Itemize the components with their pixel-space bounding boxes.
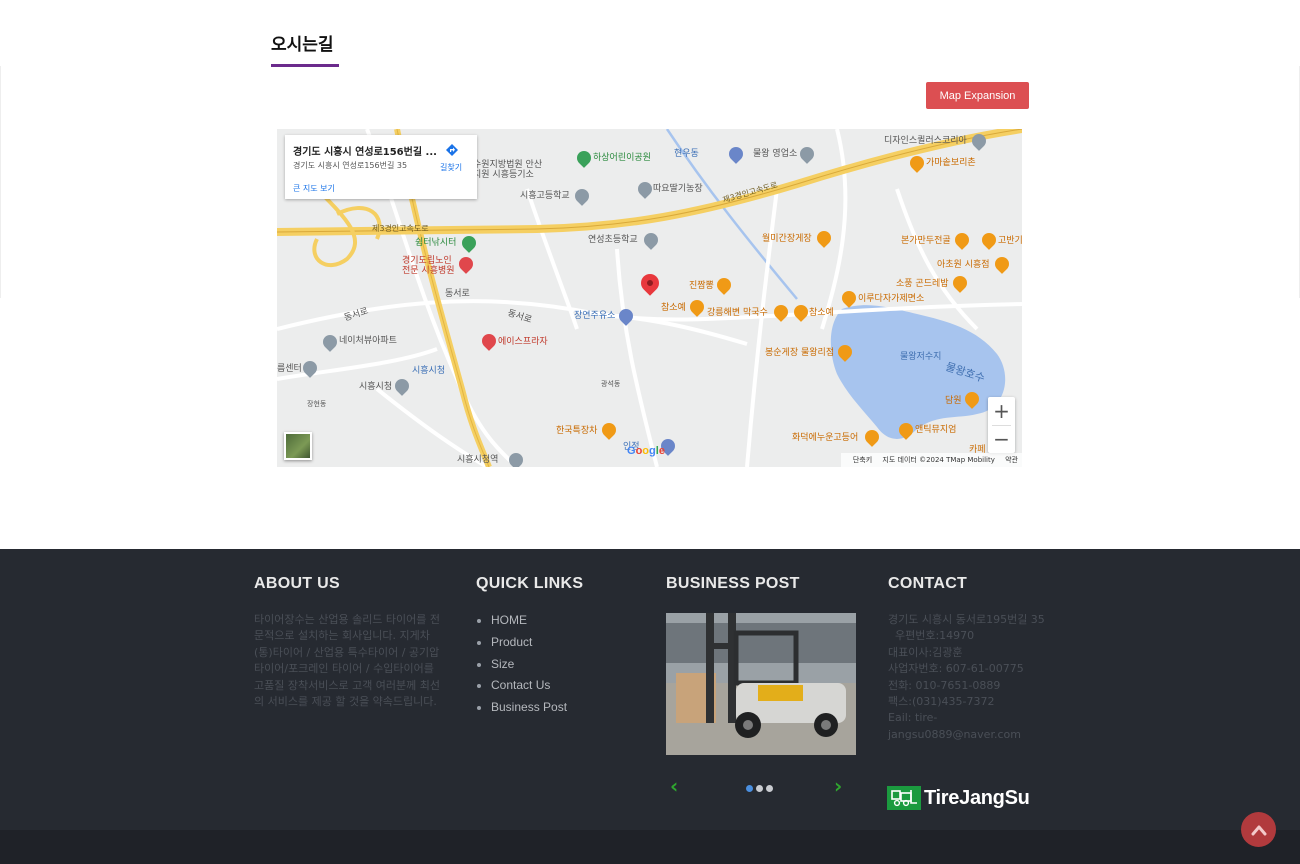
map-label: 강릉해변 막국수 [707,308,768,318]
map-label: 장현동 [307,400,327,408]
slider-dot[interactable] [756,785,763,792]
about-text: 타이어장수는 산업용 솔리드 타이어를 전문적으로 설치하는 회사입니다. 지게… [254,613,441,709]
terms-link[interactable]: 약관 [1005,456,1018,464]
map-label: 장연주유소 [574,311,616,321]
map-label: 봉순게장 물왕리점 [765,348,835,358]
map-label: 한국특장차 [556,426,598,436]
about-heading: ABOUT US [254,575,340,592]
forklift-icon [887,786,921,810]
contact-ceo: 대표이사:김광훈 [888,645,963,659]
map-label: 전문 시흥병원 [402,266,455,276]
map-attribution: 단축키 지도 데이터 ©2024 TMap Mobility 약관 [840,453,1022,467]
map-label: 제3경인고속도로 [372,224,429,233]
map-label: 가마솥보리촌 [926,158,976,168]
google-logo: Google [627,445,665,457]
zoom-out-button[interactable]: − [988,425,1015,453]
map-label: 물왕 영업소 [753,149,798,159]
footer-bottom-bar [0,830,1300,864]
map-label: 수원지방법원 안산 [473,160,543,170]
quick-link-business-post[interactable]: Business Post [476,699,567,721]
slider-dot[interactable] [746,785,753,792]
map-data-text: 지도 데이터 ©2024 TMap Mobility [882,456,995,464]
business-post-image[interactable] [666,613,856,755]
left-rule [0,66,1,298]
map-label: 참소예 [809,308,834,318]
contact-phone: 전화: 010-7651-0889 [888,678,1001,692]
title-underline [271,64,339,67]
slider-dots [746,785,773,792]
view-larger-map-link[interactable]: 큰 지도 보기 [293,183,335,194]
map-info-window: 경기도 시흥시 연성로156번길 ... 경기도 시흥시 연성로156번길 35… [285,135,477,199]
zoom-divider [992,425,1011,426]
map-label: 경기도립노인 [402,256,452,266]
map-label: 소풍 곤드레밥 [896,279,949,289]
info-title: 경기도 시흥시 연성로156번길 ... [293,147,437,158]
map-label: 본가만두전골 [901,236,951,246]
map-label: 이루다자가제면소 [858,294,925,304]
slider-prev-button[interactable]: ‹ [670,776,690,796]
map-label: 물왕저수지 [900,352,942,362]
contact-business-number: 사업자번호: 607-61-00775 [888,662,1024,676]
map-label: 참소예 [661,303,686,313]
map-label: 시흥시청 [412,366,446,376]
map-label: 네이처뷰아파트 [339,336,397,346]
map-label: 월미간장게장 [762,234,812,244]
map-label: 시흥시청역 [457,455,499,465]
map-label: 름센터 [277,364,302,374]
chevron-up-icon [1251,825,1266,835]
satellite-layer-button[interactable] [284,432,312,460]
quick-link-size[interactable]: Size [476,656,567,678]
map-label: 아초원 시흥점 [937,260,990,270]
map-label: 에이스프라자 [498,337,548,347]
contact-email-label: Eail: tire- [888,711,938,725]
map-label: 시흥고등학교 [520,191,570,201]
quick-link-home[interactable]: HOME [476,612,567,634]
contact-postcode: 우편번호:14970 [888,629,975,643]
map-label: 고반기 [998,236,1022,246]
map-label: 하상어린이공원 [593,153,651,163]
map-label: 화덕에누운고등어 [792,433,859,443]
scroll-to-top-button[interactable] [1241,812,1276,847]
map-label: 쉼터낚시터 [415,238,457,248]
quick-links-list: HOME Product Size Contact Us Business Po… [476,612,567,721]
contact-fax: 팩스:(031)435-7372 [888,695,995,709]
directions-link[interactable]: 길찾기 [440,162,462,173]
quick-links-heading: QUICK LINKS [476,575,584,592]
quick-link-product[interactable]: Product [476,634,567,656]
map-label: 담원 [945,396,962,406]
contact-email[interactable]: jangsu0889@naver.com [888,727,1048,743]
map-label: 진짬뽕 [689,281,714,291]
page-title: 오시는길 [271,35,334,55]
forklift-photo [666,613,856,755]
map-label: 앤틱뮤지엄 [915,425,957,435]
google-map[interactable]: 디자인스퀼러스코리아 현우동 물왕 영업소 가마솥보리촌 수원지방법원 안산 지… [277,129,1022,467]
quick-link-contact[interactable]: Contact Us [476,677,567,699]
site-footer [0,549,1300,830]
business-post-heading: BUSINESS POST [666,575,800,592]
map-label: 디자인스퀼러스코리아 [884,136,967,146]
keyboard-shortcuts-link[interactable]: 단축키 [853,456,872,464]
map-expansion-button[interactable]: Map Expansion [926,82,1029,109]
slider-dot[interactable] [766,785,773,792]
map-label: 연성초등학교 [588,235,638,245]
map-label: 동서로 [445,289,470,299]
directions-icon[interactable] [445,143,459,157]
map-label: 따요딸기농장 [653,184,703,194]
zoom-in-button[interactable]: + [988,397,1015,425]
zoom-control: + − [988,397,1015,453]
site-logo[interactable]: TireJangSu [887,786,1030,810]
contact-address: 경기도 시흥시 동서로195번길 35 [888,613,1045,626]
map-label: 광석동 [601,380,621,388]
logo-text: TireJangSu [924,786,1030,809]
contact-heading: CONTACT [888,575,968,592]
map-label: 지원 시흥등기소 [473,170,534,180]
map-label: 시흥시청 [359,382,393,392]
info-address: 경기도 시흥시 연성로156번길 35 [293,161,408,170]
contact-info: 경기도 시흥시 동서로195번길 35 우편번호:14970 대표이사:김광훈 … [888,612,1048,743]
slider-next-button[interactable]: › [834,776,854,796]
map-label: 현우동 [674,149,699,159]
